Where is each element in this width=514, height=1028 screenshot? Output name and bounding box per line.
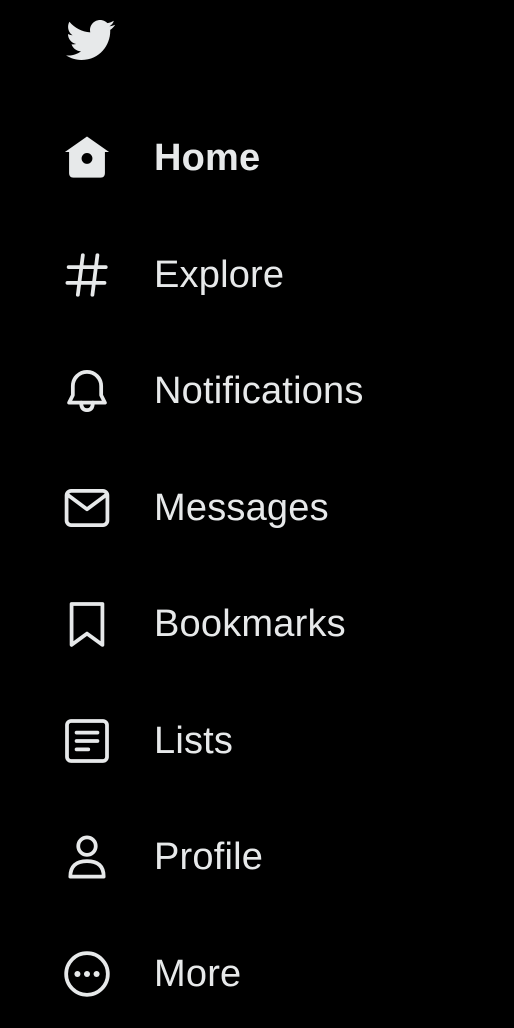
nav-label-home: Home bbox=[154, 137, 261, 179]
nav-label-profile: Profile bbox=[154, 836, 264, 878]
bell-icon bbox=[56, 360, 118, 422]
nav-item-profile[interactable]: Profile bbox=[56, 821, 287, 893]
twitter-logo-link[interactable] bbox=[60, 14, 120, 66]
envelope-icon bbox=[56, 477, 118, 539]
nav-label-more: More bbox=[154, 953, 242, 995]
nav-item-messages[interactable]: Messages bbox=[56, 472, 353, 544]
nav-item-more[interactable]: More bbox=[56, 938, 265, 1010]
hashtag-icon bbox=[56, 244, 118, 306]
more-circle-icon bbox=[56, 943, 118, 1005]
nav-item-bookmarks[interactable]: Bookmarks bbox=[56, 588, 370, 660]
nav-label-notifications: Notifications bbox=[154, 370, 364, 412]
nav-item-explore[interactable]: Explore bbox=[56, 239, 308, 311]
nav-item-lists[interactable]: Lists bbox=[56, 705, 257, 777]
list-icon bbox=[56, 710, 118, 772]
bookmark-icon bbox=[56, 593, 118, 655]
person-icon bbox=[56, 826, 118, 888]
nav-item-home[interactable]: Home bbox=[56, 122, 284, 194]
nav-label-lists: Lists bbox=[154, 720, 234, 762]
home-icon bbox=[56, 127, 118, 189]
nav-label-bookmarks: Bookmarks bbox=[154, 603, 346, 645]
nav-label-messages: Messages bbox=[154, 487, 329, 529]
nav-item-notifications[interactable]: Notifications bbox=[56, 355, 388, 427]
nav-label-explore: Explore bbox=[154, 254, 285, 296]
twitter-bird-icon bbox=[60, 14, 120, 66]
